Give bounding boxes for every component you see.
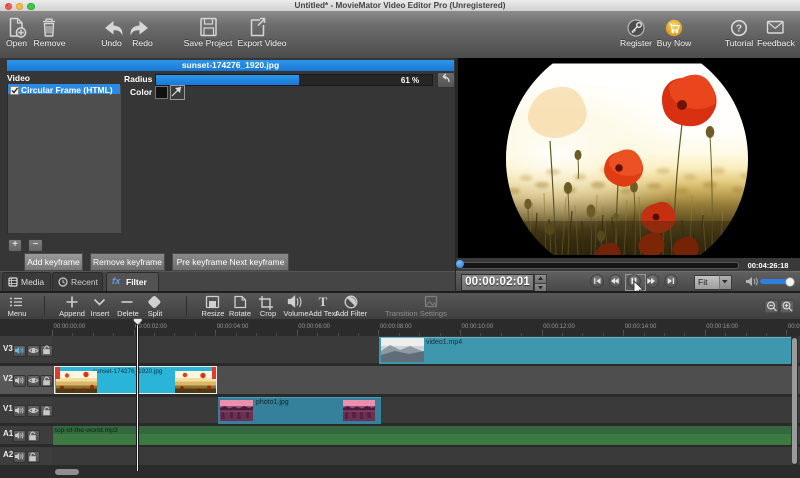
svg-text:?: ? <box>736 22 742 34</box>
svg-text:T: T <box>319 294 328 309</box>
